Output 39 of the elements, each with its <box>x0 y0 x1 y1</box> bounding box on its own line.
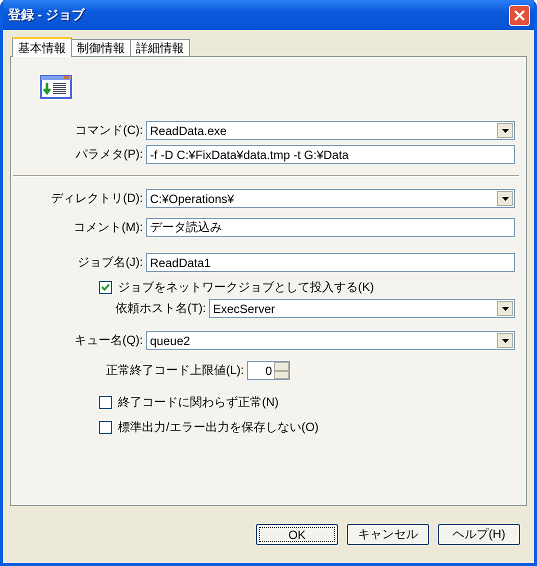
field-label: コメント(M): <box>72 219 144 236</box>
field-label: キュー名(Q): <box>73 332 144 349</box>
dialog-button[interactable]: ヘルプ(H) <box>438 524 520 545</box>
field-label: 依頼ホスト名(T): <box>114 300 207 317</box>
field-label: ディレクトリ(D): <box>50 190 144 207</box>
tab[interactable]: 制御情報 <box>71 39 131 57</box>
job-list-icon <box>40 75 72 99</box>
field-label: ジョブ名(J): <box>76 254 144 271</box>
input-field[interactable]: データ読込み <box>146 218 515 237</box>
dropdown-button[interactable] <box>497 191 513 206</box>
caret-icon <box>502 338 508 342</box>
dropdown-button[interactable] <box>497 333 513 348</box>
checkbox[interactable] <box>99 421 112 434</box>
dialog-button[interactable]: キャンセル <box>347 524 429 545</box>
input-field[interactable]: ReadData1 <box>146 253 515 272</box>
combo-box[interactable]: queue2 <box>146 331 515 350</box>
combo-box[interactable]: C:¥Operations¥ <box>146 189 515 208</box>
caret-icon <box>502 128 508 132</box>
checkbox[interactable] <box>99 281 112 294</box>
checkbox-label: 標準出力/エラー出力を保存しない(O) <box>118 419 319 436</box>
input-field[interactable]: -f -D C:¥FixData¥data.tmp -t G:¥Data <box>146 145 515 164</box>
tab[interactable]: 基本情報 <box>12 37 72 57</box>
close-icon <box>514 10 525 20</box>
field-label: コマンド(C): <box>74 122 144 139</box>
dropdown-button[interactable] <box>497 123 513 138</box>
window-title: 登録 - ジョブ <box>8 6 85 24</box>
field-label: 正常終了コード上限値(L): <box>105 362 245 379</box>
combo-box[interactable]: ExecServer <box>209 299 515 318</box>
combo-box[interactable]: ReadData.exe <box>146 121 515 140</box>
dialog-button[interactable]: OK <box>256 524 338 545</box>
caret-icon <box>502 196 508 200</box>
checkbox-label: ジョブをネットワークジョブとして投入する(K) <box>118 279 374 296</box>
tab[interactable]: 詳細情報 <box>130 39 190 57</box>
close-button[interactable] <box>509 4 530 26</box>
checkbox[interactable] <box>99 396 112 409</box>
caret-icon <box>502 306 508 310</box>
field-label: パラメタ(P): <box>74 146 144 163</box>
checkbox-label: 終了コードに関わらず正常(N) <box>118 394 279 411</box>
dropdown-button[interactable] <box>497 301 513 316</box>
